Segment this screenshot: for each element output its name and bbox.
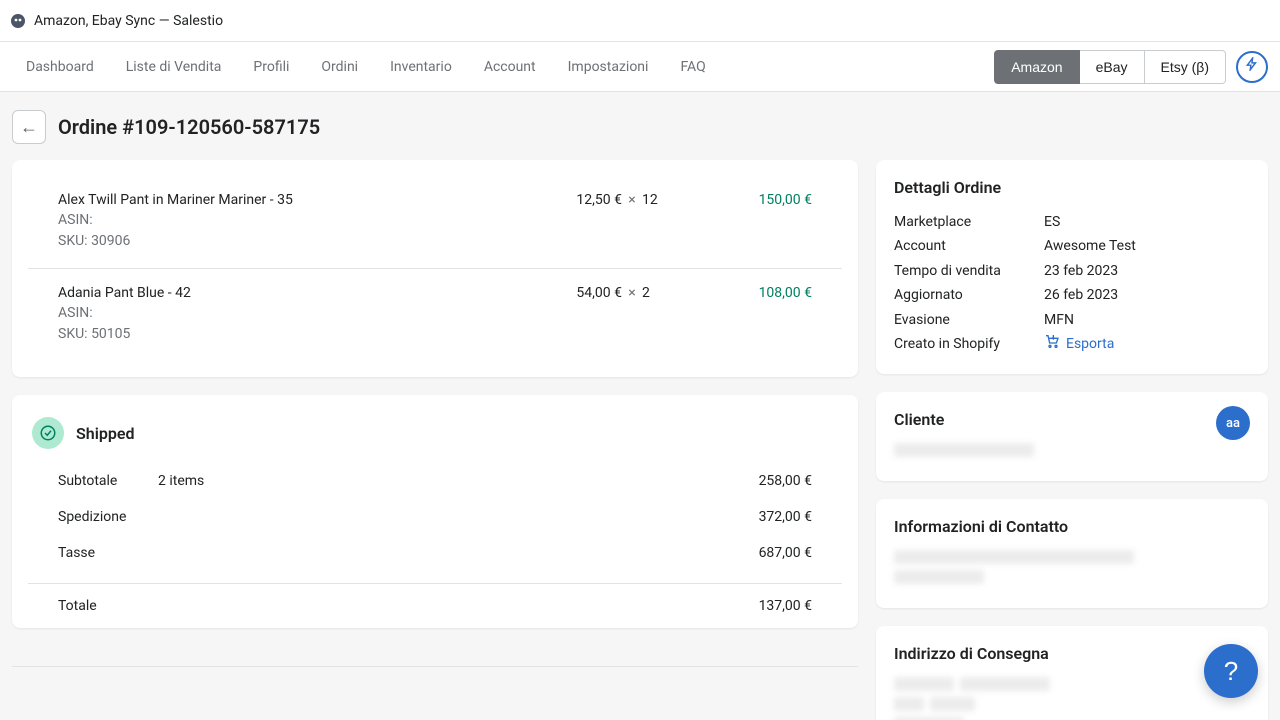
detail-value: 26 feb 2023 — [1044, 284, 1250, 306]
redacted-text — [894, 550, 1134, 564]
status-title: Shipped — [76, 424, 134, 443]
customer-card: Cliente aa — [876, 392, 1268, 481]
line-item-qty: 2 — [642, 285, 672, 345]
nav-faq[interactable]: FAQ — [666, 51, 719, 83]
line-item-name: Adania Pant Blue - 42 — [58, 285, 542, 301]
summary-subtotal-items: 2 items — [158, 473, 692, 489]
multiply-symbol: × — [622, 192, 642, 252]
redacted-address — [894, 677, 1250, 720]
nav-inventario[interactable]: Inventario — [376, 51, 466, 83]
nav-liste-vendita[interactable]: Liste di Vendita — [112, 51, 236, 83]
order-details-card: Dettagli Ordine Marketplace ES Account A… — [876, 160, 1268, 374]
summary-subtotal-label: Subtotale — [58, 473, 158, 489]
order-details-title: Dettagli Ordine — [894, 178, 1250, 197]
app-icon — [10, 13, 26, 29]
line-item-unit-price: 12,50 € — [542, 192, 622, 252]
help-button[interactable]: ? — [1204, 644, 1258, 698]
redacted-text — [894, 570, 984, 584]
detail-label: Marketplace — [894, 211, 1044, 233]
detail-label: Tempo di vendita — [894, 260, 1044, 282]
export-link[interactable]: Esporta — [1044, 333, 1114, 356]
line-item: Adania Pant Blue - 42 ASIN: SKU: 50105 5… — [28, 268, 842, 361]
nav-links: Dashboard Liste di Vendita Profili Ordin… — [12, 51, 720, 83]
summary-card: Shipped Subtotale 2 items 258,00 € Spedi… — [12, 395, 858, 628]
summary-total-label: Totale — [58, 598, 158, 614]
detail-row: Tempo di vendita 23 feb 2023 — [894, 260, 1250, 282]
summary-total-value: 137,00 € — [692, 598, 812, 614]
detail-row-export: Creato in Shopify Esporta — [894, 333, 1250, 356]
line-item: Alex Twill Pant in Mariner Mariner - 35 … — [28, 176, 842, 268]
detail-value: 23 feb 2023 — [1044, 260, 1250, 282]
summary-tax-value: 687,00 € — [692, 545, 812, 561]
top-nav: Dashboard Liste di Vendita Profili Ordin… — [0, 42, 1280, 92]
detail-value: MFN — [1044, 309, 1250, 331]
line-item-name: Alex Twill Pant in Mariner Mariner - 35 — [58, 192, 542, 208]
question-icon: ? — [1224, 656, 1238, 687]
marketplace-amazon-button[interactable]: Amazon — [994, 50, 1079, 84]
page-title: Ordine #109-120560-587175 — [58, 115, 320, 139]
line-items-card: Alex Twill Pant in Mariner Mariner - 35 … — [12, 160, 858, 377]
nav-dashboard[interactable]: Dashboard — [12, 51, 108, 83]
summary-tax-label: Tasse — [58, 545, 158, 561]
window-title: Amazon, Ebay Sync — Salestio — [34, 13, 223, 29]
summary-subtotal-row: Subtotale 2 items 258,00 € — [28, 463, 842, 499]
nav-impostazioni[interactable]: Impostazioni — [554, 51, 663, 83]
nav-profili[interactable]: Profili — [239, 51, 303, 83]
avatar: aa — [1216, 406, 1250, 440]
line-item-sku: SKU: 50105 — [58, 324, 542, 345]
detail-row: Marketplace ES — [894, 211, 1250, 233]
nav-account[interactable]: Account — [470, 51, 550, 83]
summary-shipping-label: Spedizione — [58, 509, 158, 525]
marketplace-ebay-button[interactable]: eBay — [1080, 50, 1145, 84]
customer-title: Cliente — [894, 410, 1250, 429]
window-titlebar: Amazon, Ebay Sync — Salestio — [0, 0, 1280, 42]
arrow-left-icon: ← — [20, 117, 38, 138]
nav-ordini[interactable]: Ordini — [307, 51, 372, 83]
back-button[interactable]: ← — [12, 110, 46, 144]
summary-total-row: Totale 137,00 € — [28, 588, 842, 624]
summary-tax-row: Tasse 687,00 € — [28, 535, 842, 571]
detail-row: Evasione MFN — [894, 309, 1250, 331]
export-link-text: Esporta — [1066, 333, 1114, 355]
line-item-asin: ASIN: — [58, 303, 542, 324]
summary-shipping-row: Spedizione 372,00 € — [28, 499, 842, 535]
detail-row: Aggiornato 26 feb 2023 — [894, 284, 1250, 306]
summary-subtotal-value: 258,00 € — [692, 473, 812, 489]
detail-row: Account Awesome Test — [894, 235, 1250, 257]
detail-label: Aggiornato — [894, 284, 1044, 306]
cart-export-icon — [1044, 333, 1060, 356]
detail-label: Account — [894, 235, 1044, 257]
detail-label: Creato in Shopify — [894, 333, 1044, 356]
detail-value: ES — [1044, 211, 1250, 233]
redacted-text — [894, 443, 1034, 457]
marketplace-etsy-button[interactable]: Etsy (β) — [1145, 50, 1227, 84]
contact-info-title: Informazioni di Contatto — [894, 517, 1250, 536]
detail-label: Evasione — [894, 309, 1044, 331]
contact-info-card: Informazioni di Contatto — [876, 499, 1268, 608]
line-item-total: 108,00 € — [672, 285, 812, 345]
summary-shipping-value: 372,00 € — [692, 509, 812, 525]
status-shipped-icon — [32, 417, 64, 449]
multiply-symbol: × — [622, 285, 642, 345]
line-item-qty: 12 — [642, 192, 672, 252]
shipping-address-title: Indirizzo di Consegna — [894, 644, 1250, 663]
line-item-asin: ASIN: — [58, 210, 542, 231]
quick-action-button[interactable] — [1236, 51, 1268, 83]
lightning-icon — [1245, 57, 1259, 76]
line-item-unit-price: 54,00 € — [542, 285, 622, 345]
detail-value: Awesome Test — [1044, 235, 1250, 257]
line-item-total: 150,00 € — [672, 192, 812, 252]
line-item-sku: SKU: 30906 — [58, 231, 542, 252]
marketplace-toggle: Amazon eBay Etsy (β) — [994, 50, 1226, 84]
